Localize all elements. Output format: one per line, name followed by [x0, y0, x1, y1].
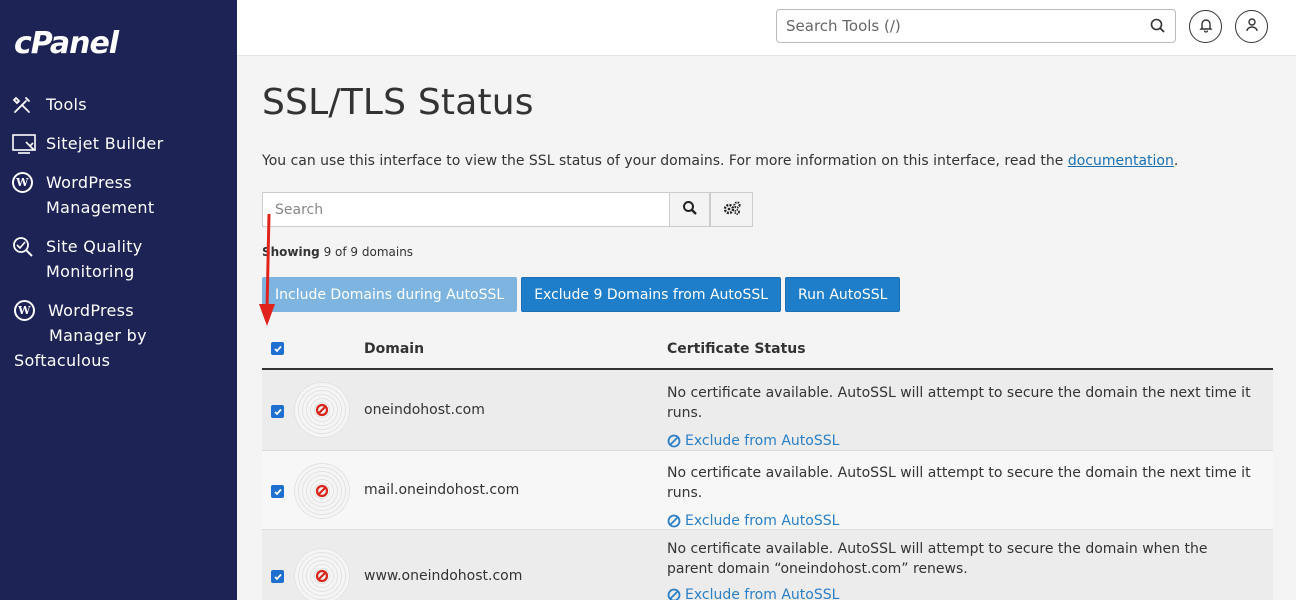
- cpanel-logo[interactable]: cPanel: [14, 26, 119, 61]
- row-checkbox[interactable]: [271, 405, 284, 418]
- certificate-status: No certificate available. AutoSSL will a…: [667, 383, 1267, 451]
- top-header: [237, 0, 1296, 56]
- sidebar-nav: Tools Sitejet Builder W WordPress Manage…: [0, 92, 237, 387]
- ban-icon: [667, 514, 681, 528]
- certificate-status: No certificate available. AutoSSL will a…: [667, 463, 1267, 531]
- no-certificate-icon: [315, 484, 329, 498]
- showing-count: Showing 9 of 9 domains: [262, 245, 414, 259]
- column-header-certificate-status[interactable]: Certificate Status: [667, 341, 806, 357]
- sidebar-item-label: Site Quality: [46, 237, 143, 256]
- domain-search-row: [262, 192, 753, 227]
- search-tools-box: [776, 9, 1176, 43]
- sidebar-item-label: Management: [46, 198, 155, 217]
- certificate-status: No certificate available. AutoSSL will a…: [667, 539, 1247, 600]
- status-text: No certificate available. AutoSSL will a…: [667, 385, 1251, 421]
- search-icon[interactable]: [1149, 17, 1167, 39]
- status-text: No certificate available. AutoSSL will a…: [667, 541, 1208, 577]
- status-indicator: [294, 382, 350, 438]
- status-indicator: [294, 548, 350, 600]
- no-certificate-icon: [315, 403, 329, 417]
- table-row: mail.oneindohost.com No certificate avai…: [262, 451, 1273, 530]
- domain-name: mail.oneindohost.com: [364, 482, 520, 498]
- site-quality-icon: [12, 234, 38, 259]
- no-certificate-icon: [315, 569, 329, 583]
- sitejet-icon: [12, 131, 38, 156]
- sidebar-item-label: WordPress: [48, 301, 134, 320]
- sidebar-item-wordpress-management[interactable]: W WordPress Management: [0, 170, 237, 220]
- sidebar-item-sitejet-builder[interactable]: Sitejet Builder: [0, 131, 237, 156]
- search-button[interactable]: [669, 192, 710, 227]
- exclude-from-autossl-link[interactable]: Exclude from AutoSSL: [667, 585, 1247, 600]
- sidebar-item-site-quality-monitoring[interactable]: Site Quality Monitoring: [0, 234, 237, 284]
- domain-search-input[interactable]: [263, 201, 669, 218]
- tools-icon: [12, 92, 38, 117]
- column-header-domain[interactable]: Domain: [364, 341, 424, 357]
- gears-icon: [722, 200, 742, 220]
- table-header: Domain Certificate Status: [262, 332, 1273, 370]
- table-row: www.oneindohost.com No certificate avail…: [262, 530, 1273, 600]
- search-icon: [682, 200, 698, 220]
- bell-icon: [1198, 17, 1214, 37]
- user-icon: [1244, 17, 1260, 37]
- page-title: SSL/TLS Status: [262, 82, 534, 123]
- row-checkbox[interactable]: [271, 570, 284, 583]
- search-tools-input[interactable]: [777, 17, 1137, 35]
- status-indicator: [294, 463, 350, 519]
- autossl-actions: Include Domains during AutoSSL Exclude 9…: [262, 277, 904, 312]
- sidebar: cPanel Tools Sitejet Builder W WordPress…: [0, 0, 237, 600]
- domain-name: www.oneindohost.com: [364, 568, 523, 584]
- sidebar-item-wordpress-manager-softaculous[interactable]: W WordPress Manager by Softaculous: [0, 298, 237, 373]
- notifications-button[interactable]: [1189, 10, 1222, 43]
- user-button[interactable]: [1235, 10, 1268, 43]
- exclude-from-autossl-link[interactable]: Exclude from AutoSSL: [667, 431, 1267, 451]
- run-autossl-button[interactable]: Run AutoSSL: [785, 277, 901, 312]
- annotation-arrow: [259, 213, 275, 326]
- sidebar-item-label: WordPress: [46, 173, 132, 192]
- documentation-link[interactable]: documentation: [1068, 153, 1174, 169]
- table-row: oneindohost.com No certificate available…: [262, 370, 1273, 451]
- select-all-checkbox[interactable]: [271, 342, 284, 355]
- domain-search-box: [262, 192, 669, 227]
- domain-name: oneindohost.com: [364, 402, 485, 418]
- ban-icon: [667, 588, 681, 600]
- wordpress-icon: W: [12, 170, 38, 195]
- sidebar-item-label: Sitejet Builder: [46, 134, 164, 153]
- exclude-from-autossl-link[interactable]: Exclude from AutoSSL: [667, 511, 1267, 531]
- sidebar-item-tools[interactable]: Tools: [0, 92, 237, 117]
- sidebar-item-label: Monitoring: [46, 262, 135, 281]
- sidebar-item-label: Softaculous: [14, 351, 111, 370]
- ban-icon: [667, 434, 681, 448]
- settings-button[interactable]: [710, 192, 753, 227]
- status-text: No certificate available. AutoSSL will a…: [667, 465, 1251, 501]
- page-description: You can use this interface to view the S…: [262, 153, 1179, 169]
- wordpress-icon: W: [14, 298, 40, 323]
- include-domains-button[interactable]: Include Domains during AutoSSL: [262, 277, 518, 312]
- sidebar-item-label: Tools: [46, 95, 87, 114]
- exclude-domains-button[interactable]: Exclude 9 Domains from AutoSSL: [521, 277, 782, 312]
- row-checkbox[interactable]: [271, 485, 284, 498]
- sidebar-item-label: Manager by: [49, 326, 147, 345]
